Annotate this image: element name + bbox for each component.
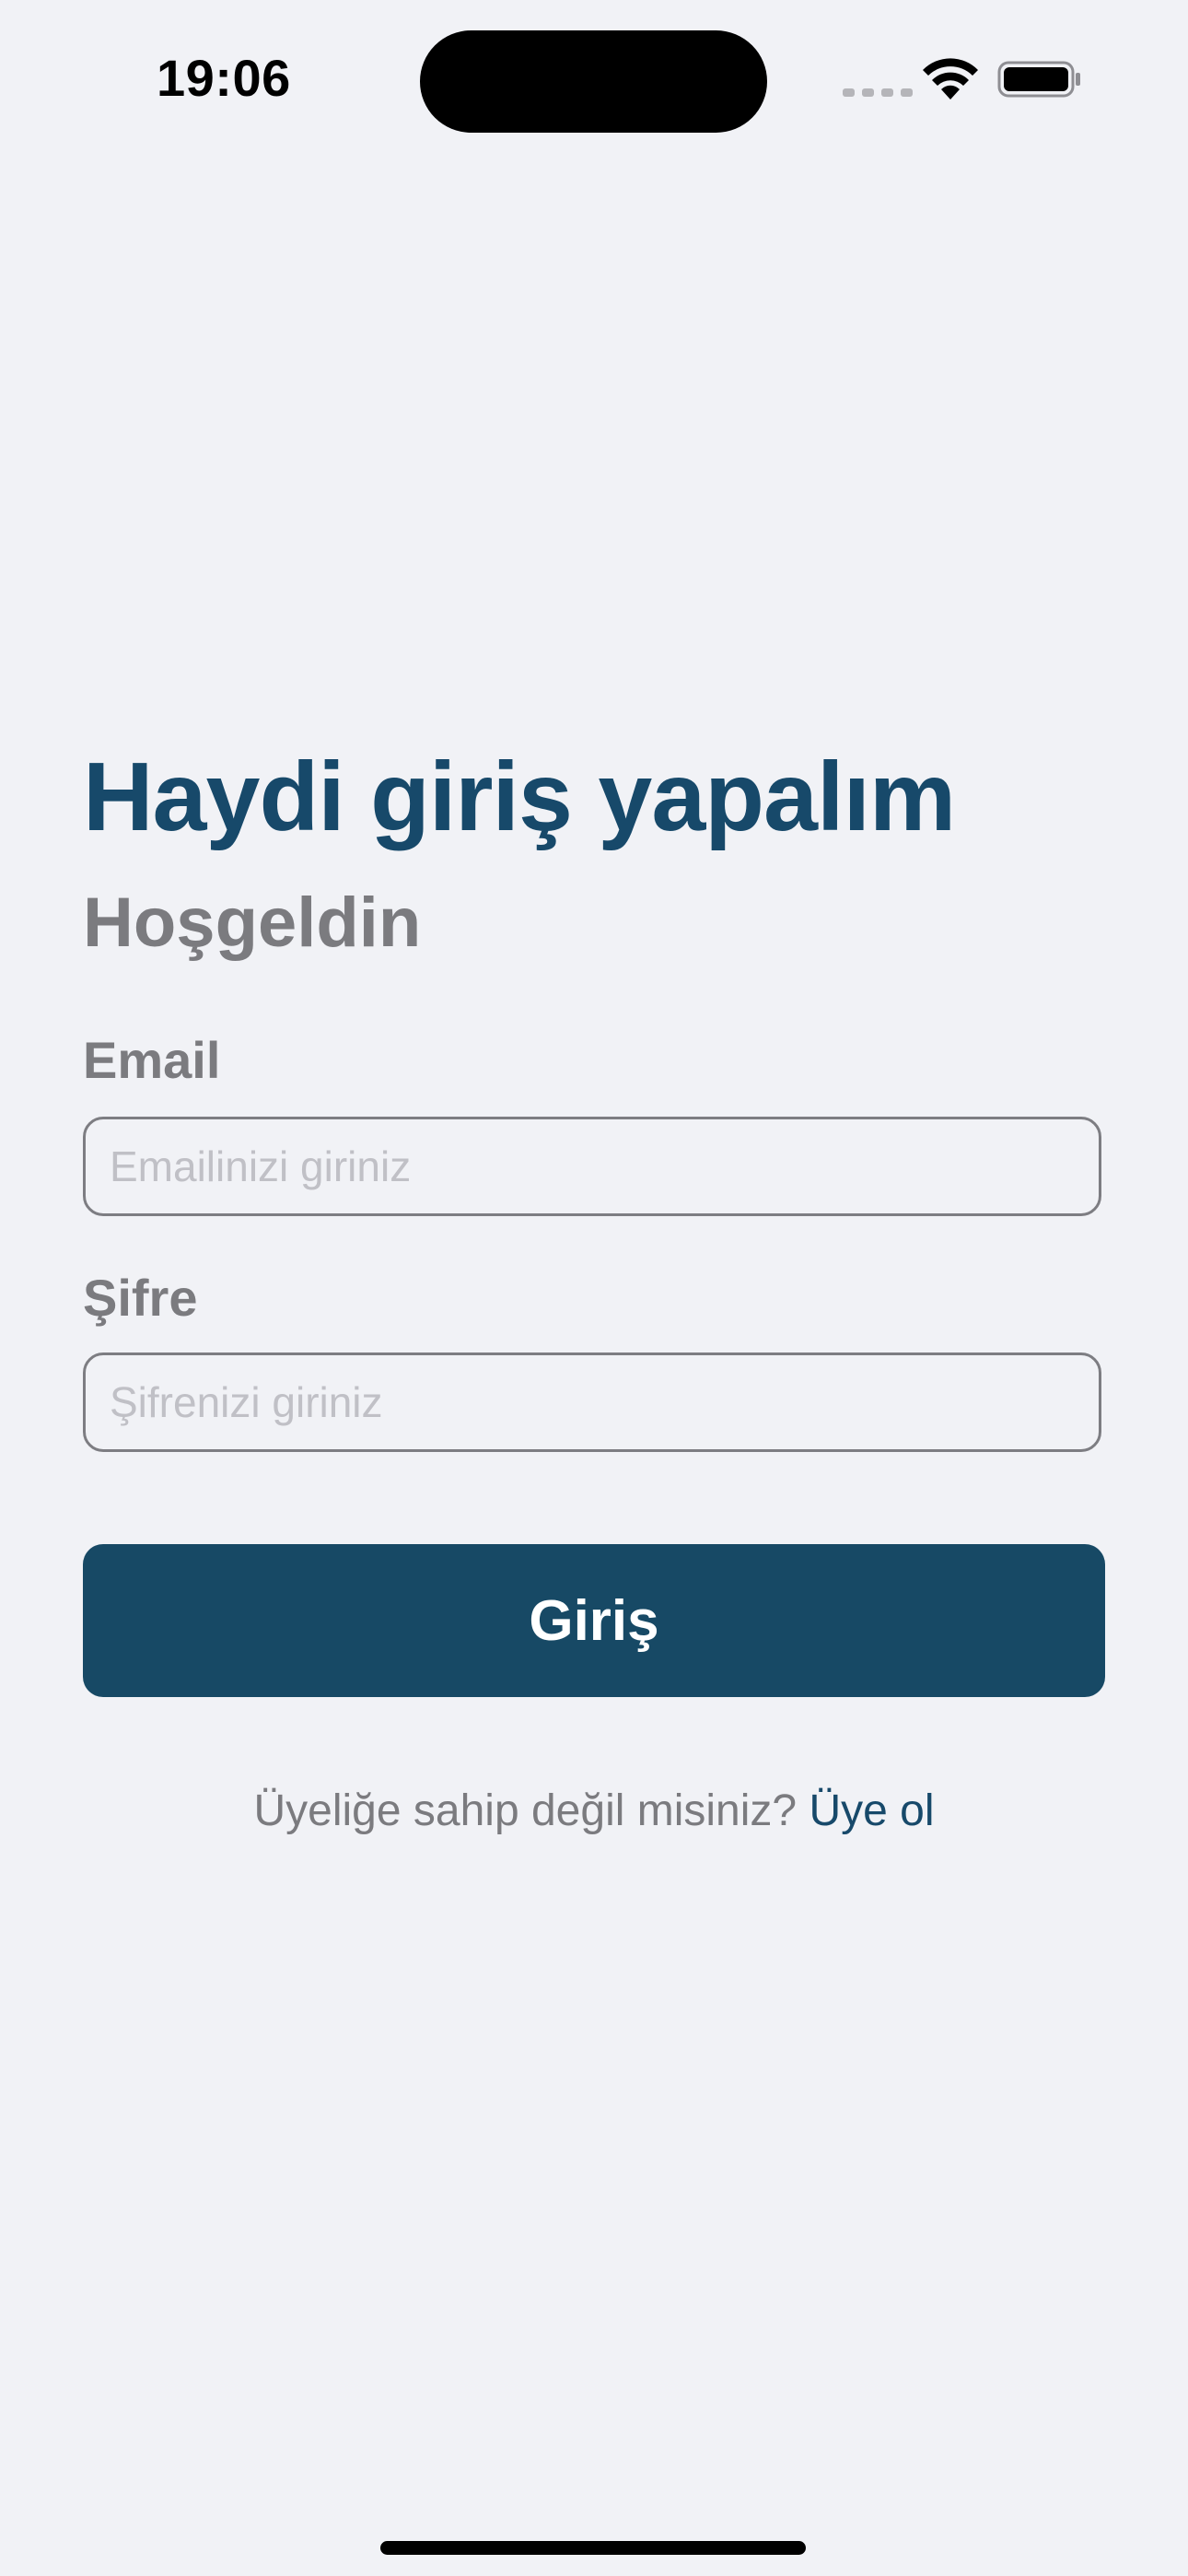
signup-prompt-text: Üyeliğe sahip değil misiniz? [253, 1786, 798, 1835]
login-button[interactable]: Giriş [83, 1544, 1105, 1697]
password-field[interactable] [110, 1377, 1099, 1427]
signup-link[interactable]: Üye ol [809, 1786, 934, 1835]
email-field-container[interactable] [83, 1117, 1101, 1216]
status-bar: 19:06 [0, 0, 1188, 157]
email-field[interactable] [110, 1142, 1099, 1191]
page-title: Haydi giriş yapalım [83, 743, 956, 851]
status-time: 19:06 [157, 49, 291, 107]
wifi-icon [923, 58, 978, 100]
dynamic-island [420, 30, 767, 133]
password-label: Şifre [83, 1269, 198, 1327]
cellular-signal-icon [843, 88, 913, 97]
signup-prompt-row: Üyeliğe sahip değil misiniz? Üye ol [83, 1786, 1105, 1836]
home-indicator[interactable] [380, 2541, 806, 2555]
battery-icon [997, 61, 1080, 98]
email-label: Email [83, 1031, 221, 1089]
password-field-container[interactable] [83, 1352, 1101, 1452]
page-subtitle: Hoşgeldin [83, 884, 422, 962]
